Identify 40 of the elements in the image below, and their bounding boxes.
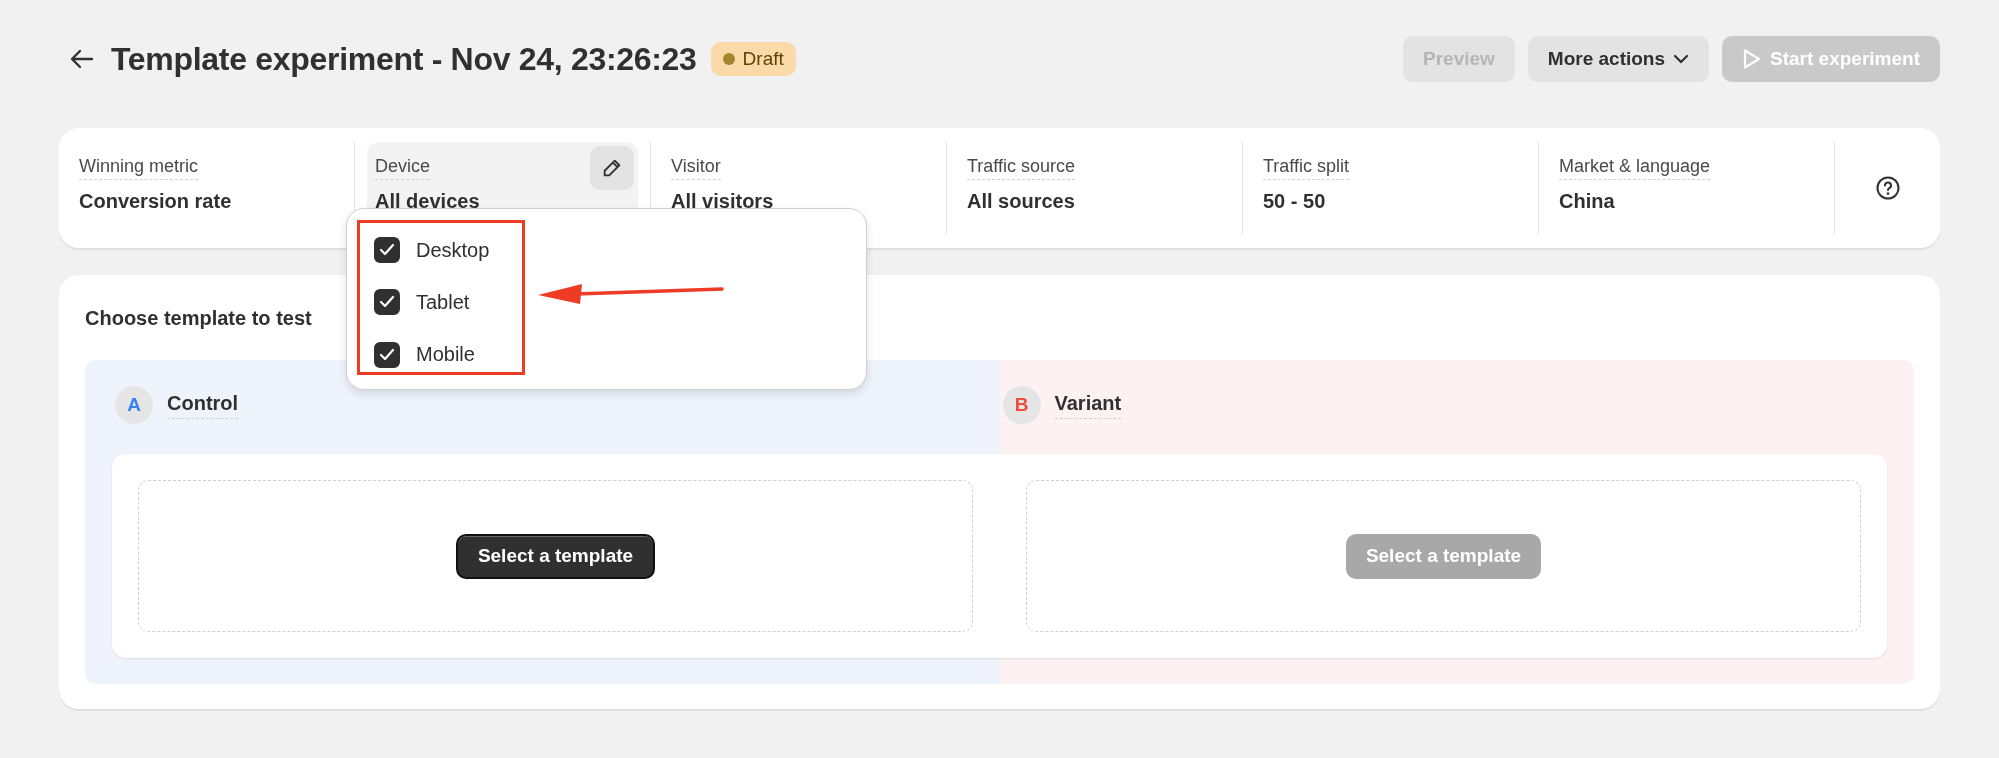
checkmark-icon [379,243,395,258]
device-option[interactable]: Desktop [374,233,522,268]
checkmark-icon [379,295,395,310]
checkbox[interactable] [374,289,400,316]
page-title: Template experiment - Nov 24, 23:26:23 [111,40,697,78]
setting-label: Winning metric [79,156,199,180]
pencil-icon [601,157,623,179]
menu-button[interactable]: More actions [1527,36,1710,82]
checkbox[interactable] [374,341,400,368]
edit-button[interactable] [590,146,634,190]
select-template-button[interactable]: Select a template [455,533,656,579]
help-icon[interactable] [1874,175,1901,201]
device-option[interactable]: Tablet [374,285,522,320]
variant-name: Control [167,391,239,419]
setting-value: All devices [375,190,481,213]
setting-label: Visitor [671,156,721,180]
setting-item[interactable]: Traffic source All sources [959,142,1230,234]
setting-value: All sources [967,190,1076,213]
checkbox[interactable] [374,237,400,264]
checkmark-icon [379,347,395,362]
section-title: Choose template to test [85,307,312,330]
setting-label: Device [375,156,431,180]
setting-item[interactable]: Market & language China [1551,142,1822,234]
variant-letter: B [1002,386,1041,424]
setting-label: Traffic source [967,156,1076,180]
setting-label: Traffic split [1263,156,1350,180]
setting-item[interactable]: Traffic split 50 - 50 [1255,142,1526,234]
setting-value: Conversion rate [79,190,233,213]
status-badge: Draft [710,42,796,76]
variant-name: Variant [1054,391,1122,419]
variant-letter: A [115,386,153,424]
play-icon [1742,48,1763,70]
setting-item[interactable]: Winning metric Conversion rate [71,142,342,234]
chevron-down-icon [1673,54,1690,64]
setting-label: Market & language [1559,156,1711,180]
device-option[interactable]: Mobile [374,337,522,372]
setting-value: China [1559,190,1616,213]
setting-item[interactable]: Visitor All visitors [663,142,934,234]
setting-value: All visitors [671,190,775,213]
setting-value: 50 - 50 [1263,190,1327,213]
